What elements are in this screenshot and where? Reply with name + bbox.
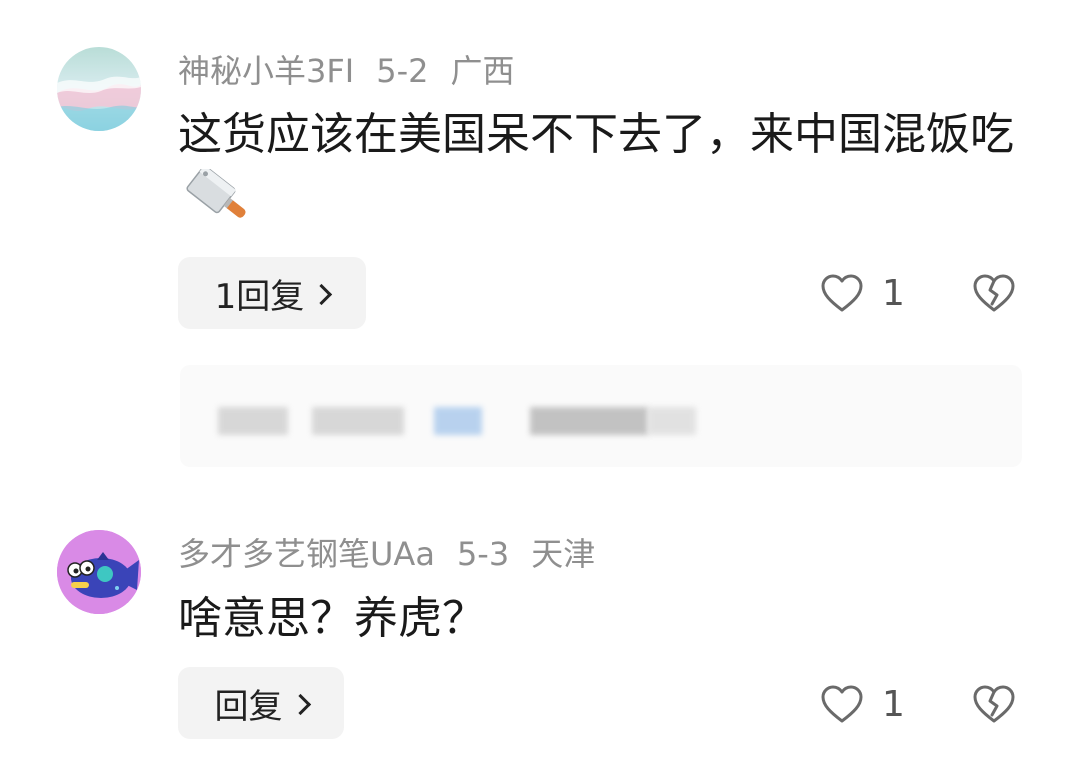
reply-button-label: 回复 (214, 686, 283, 727)
reply-button[interactable]: 1回复 (178, 257, 366, 329)
reply-button[interactable]: 回复 (178, 667, 344, 739)
comment-text: 啥意思？养虎？ (178, 586, 1018, 652)
dislike-broken-heart-icon[interactable] (972, 273, 1016, 313)
avatar[interactable] (57, 47, 141, 131)
reply-button-label: 1回复 (214, 276, 305, 317)
like-heart-icon[interactable] (820, 273, 864, 313)
chevron-right-icon (311, 283, 333, 305)
kitchen-knife-icon (180, 165, 250, 229)
like-count: 1 (882, 273, 905, 314)
avatar[interactable] (57, 530, 141, 614)
dislike-broken-heart-icon[interactable] (972, 684, 1016, 724)
comment-text-content: 啥意思？养虎？ (178, 593, 486, 644)
blurred-reply-preview[interactable] (180, 365, 1022, 467)
comment-meta: 神秘小羊3FI 5-2 广西 (178, 55, 537, 87)
username[interactable]: 神秘小羊3FI (178, 52, 354, 90)
comment-location: 天津 (531, 535, 596, 573)
comment-text-content: 这货应该在美国呆不下去了，来中国混饭吃 (178, 109, 1014, 160)
comment-meta: 多才多艺钢笔UAa 5-3 天津 (178, 538, 617, 570)
comment-location: 广西 (450, 52, 515, 90)
like-heart-icon[interactable] (820, 684, 864, 724)
comment-date: 5-3 (456, 535, 510, 573)
like-count: 1 (882, 684, 905, 725)
username[interactable]: 多才多艺钢笔UAa (178, 535, 435, 573)
comment-date: 5-2 (376, 52, 429, 90)
comment-text: 这货应该在美国呆不下去了，来中国混饭吃 (178, 102, 1018, 234)
chevron-right-icon (289, 693, 311, 715)
